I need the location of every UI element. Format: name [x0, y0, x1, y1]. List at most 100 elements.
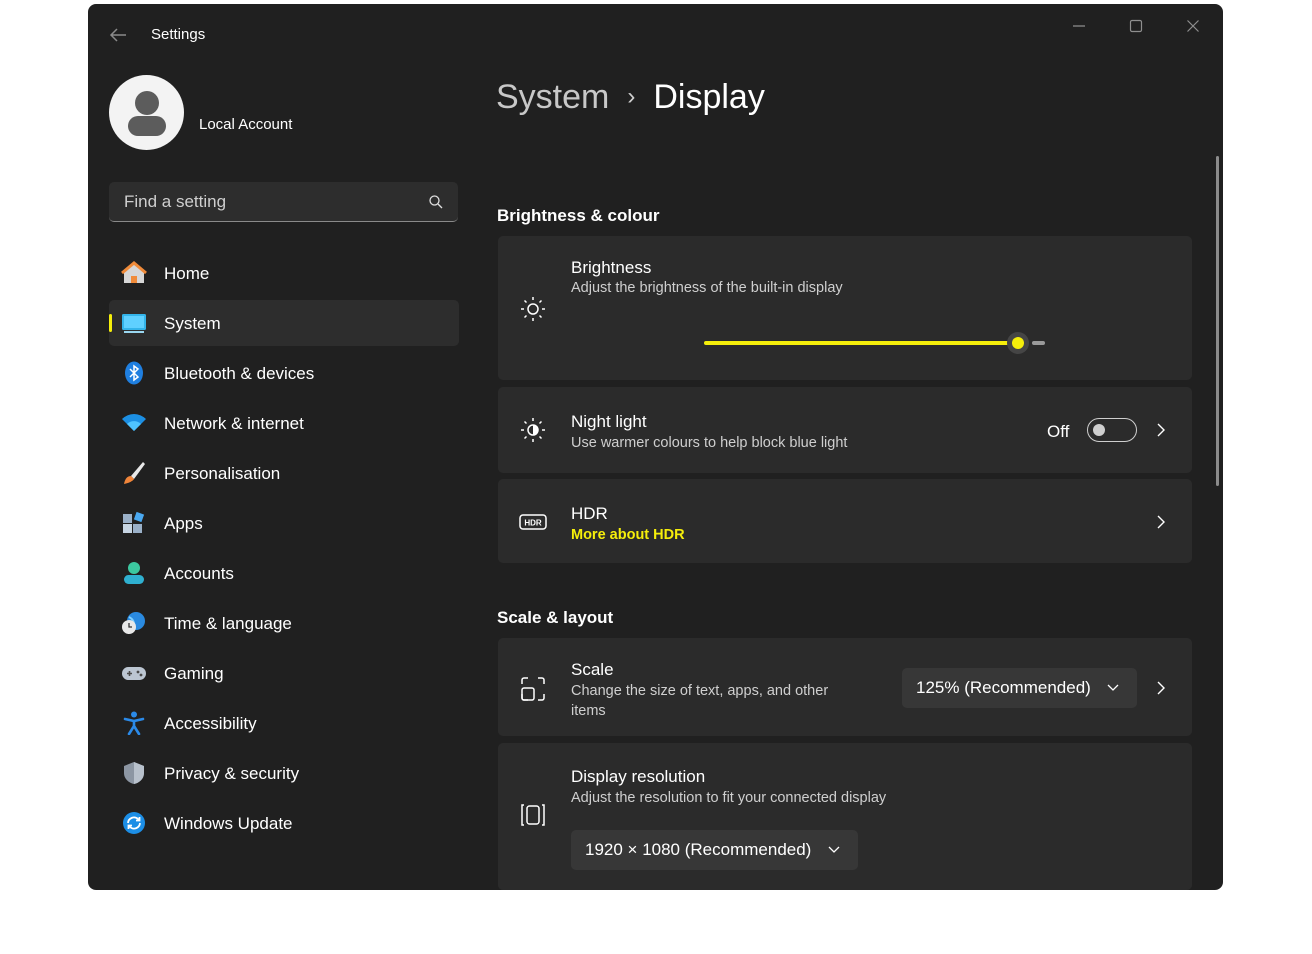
sidebar-nav: Home System Bluetooth & devices Network … — [109, 250, 459, 850]
night-light-card[interactable]: Night light Use warmer colours to help b… — [498, 387, 1192, 473]
display-resolution-subtitle: Adjust the resolution to fit your connec… — [571, 790, 887, 806]
sidebar-item-label: Bluetooth & devices — [164, 364, 315, 383]
back-arrow-icon — [109, 28, 126, 42]
search-box[interactable] — [109, 182, 458, 222]
shield-icon — [124, 762, 144, 784]
brightness-slider-fill — [704, 341, 1018, 345]
brightness-slider-thumb-center — [1012, 337, 1024, 349]
sidebar-item-label: Gaming — [164, 664, 224, 683]
sidebar-item-bluetooth[interactable]: Bluetooth & devices — [109, 350, 459, 396]
scrollbar[interactable] — [1216, 156, 1219, 486]
page-title: Display — [653, 78, 765, 116]
brightness-subtitle: Adjust the brightness of the built-in di… — [571, 280, 843, 296]
svg-text:HDR: HDR — [524, 519, 542, 528]
display-resolution-title: Display resolution — [571, 767, 706, 786]
gamepad-icon — [122, 667, 146, 680]
scale-dropdown-value: 125% (Recommended) — [916, 678, 1091, 697]
sidebar-item-time-language[interactable]: Time & language — [109, 600, 459, 646]
person-icon — [124, 562, 144, 584]
sidebar-item-gaming[interactable]: Gaming — [109, 650, 459, 696]
apps-icon — [123, 511, 145, 533]
bluetooth-icon — [125, 361, 143, 385]
maximize-button[interactable] — [1113, 14, 1159, 44]
sidebar-item-privacy-security[interactable]: Privacy & security — [109, 750, 459, 796]
search-input[interactable] — [122, 182, 416, 222]
paintbrush-icon — [124, 462, 145, 484]
chevron-right-icon[interactable] — [1154, 515, 1168, 529]
chevron-right-icon[interactable] — [1154, 681, 1168, 695]
hdr-title: HDR — [571, 504, 608, 523]
app-title: Settings — [151, 26, 206, 43]
scale-title: Scale — [571, 660, 614, 679]
breadcrumb-parent[interactable]: System — [496, 78, 609, 116]
globe-clock-icon — [122, 612, 145, 634]
sidebar-item-network[interactable]: Network & internet — [109, 400, 459, 446]
resolution-dropdown[interactable]: 1920 × 1080 (Recommended) — [571, 830, 858, 870]
section-title-scale-layout: Scale & layout — [497, 608, 614, 627]
display-resolution-card: Display resolution Adjust the resolution… — [498, 743, 1192, 890]
hdr-card[interactable]: HDR HDR More about HDR — [498, 479, 1192, 563]
brightness-slider-graphic — [704, 332, 1045, 354]
avatar-body-shape — [128, 116, 166, 136]
brightness-title: Brightness — [571, 258, 652, 277]
night-light-state-label: Off — [1047, 422, 1070, 441]
close-icon — [1187, 20, 1199, 32]
resolution-dropdown-value: 1920 × 1080 (Recommended) — [585, 840, 812, 859]
sidebar-item-label: Personalisation — [164, 464, 281, 483]
title-bar: Settings — [88, 4, 1223, 66]
breadcrumb-separator-icon: › — [627, 83, 636, 110]
sidebar-item-label: Network & internet — [164, 414, 304, 433]
minimize-button[interactable] — [1056, 14, 1102, 44]
brightness-card: Brightness Adjust the brightness of the … — [498, 236, 1192, 380]
sidebar-item-label: Privacy & security — [164, 764, 300, 783]
sidebar-item-personalisation[interactable]: Personalisation — [109, 450, 459, 496]
minimize-icon — [1073, 25, 1085, 27]
sidebar-item-label: Windows Update — [164, 814, 293, 833]
night-light-icon — [521, 418, 545, 442]
sidebar-item-label: Accessibility — [164, 714, 257, 733]
scale-card: Scale Change the size of text, apps, and… — [498, 638, 1192, 736]
breadcrumb: System › Display — [496, 78, 765, 117]
sidebar-item-accessibility[interactable]: Accessibility — [109, 700, 459, 746]
maximize-icon — [1129, 19, 1143, 33]
avatar-head-shape — [135, 91, 159, 115]
sidebar-item-system[interactable]: System — [109, 300, 459, 346]
hdr-more-link[interactable]: More about HDR — [571, 527, 685, 543]
sidebar-item-label: Home — [164, 264, 210, 283]
chevron-right-icon[interactable] — [1154, 423, 1168, 437]
night-light-title: Night light — [571, 412, 647, 431]
scale-dropdown[interactable]: 125% (Recommended) — [902, 668, 1137, 708]
search-icon[interactable] — [428, 194, 444, 210]
update-icon — [123, 812, 145, 834]
sidebar-item-windows-update[interactable]: Windows Update — [109, 800, 459, 846]
resolution-icon — [521, 804, 545, 826]
avatar[interactable] — [109, 75, 184, 150]
chevron-down-icon — [1107, 684, 1119, 691]
sidebar-item-apps[interactable]: Apps — [109, 500, 459, 546]
sidebar-item-label: Apps — [164, 514, 203, 533]
wifi-icon — [122, 414, 146, 431]
system-display-icon — [122, 314, 146, 333]
account-name: Local Account — [199, 116, 293, 133]
sidebar-item-label: Time & language — [164, 614, 292, 633]
brightness-slider[interactable] — [704, 332, 1045, 354]
sidebar-item-home[interactable]: Home — [109, 250, 459, 296]
brightness-sun-icon — [521, 297, 545, 321]
chevron-down-icon — [828, 846, 840, 853]
scale-subtitle-line2: items — [571, 703, 606, 719]
settings-window: Settings Local Account Home System — [88, 4, 1223, 890]
selection-indicator — [109, 314, 112, 332]
sidebar-item-label: System — [164, 314, 221, 333]
section-title-brightness-colour: Brightness & colour — [497, 206, 660, 225]
night-light-toggle[interactable] — [1087, 418, 1137, 442]
toggle-knob — [1093, 424, 1105, 436]
scale-subtitle-line1: Change the size of text, apps, and other — [571, 683, 829, 699]
hdr-icon: HDR — [519, 514, 547, 530]
home-icon — [121, 261, 147, 283]
close-button[interactable] — [1170, 14, 1216, 44]
sidebar-item-accounts[interactable]: Accounts — [109, 550, 459, 596]
night-light-subtitle: Use warmer colours to help block blue li… — [571, 435, 848, 451]
back-button[interactable] — [108, 26, 130, 44]
brightness-slider-rest — [1032, 341, 1045, 345]
accessibility-icon — [123, 711, 145, 735]
